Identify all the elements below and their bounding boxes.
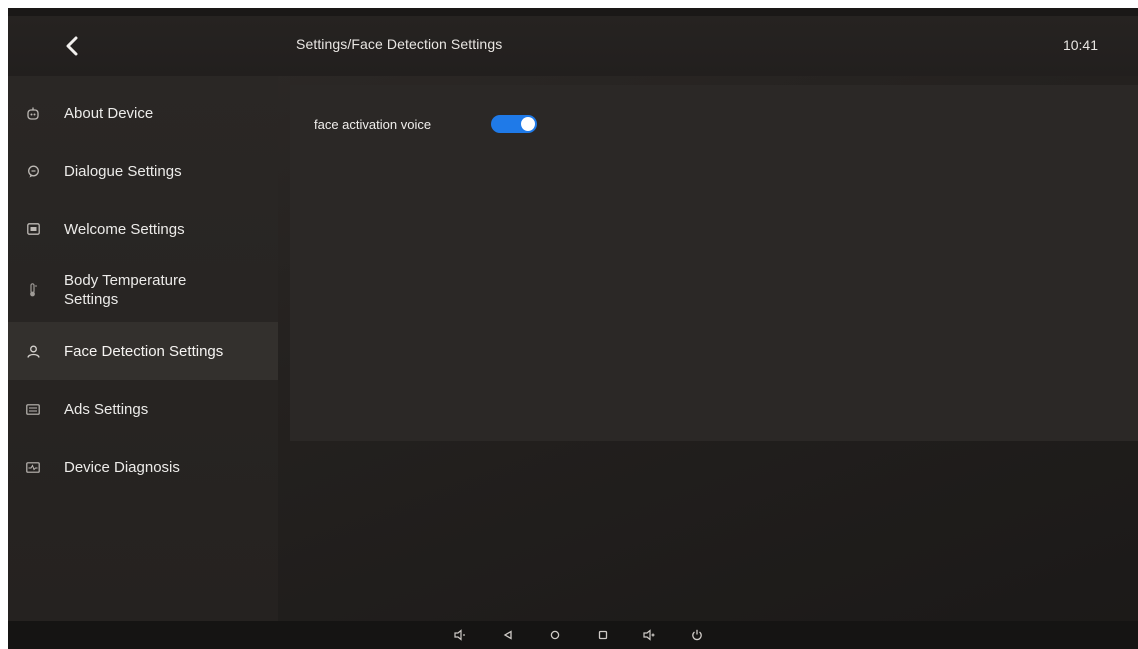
face-activation-voice-label: face activation voice xyxy=(314,117,432,132)
volume-up-button[interactable] xyxy=(641,627,657,643)
status-bar xyxy=(8,8,1138,16)
sidebar-item-body-temperature-settings[interactable]: Body Temperature Settings xyxy=(8,258,278,322)
back-triangle-icon xyxy=(503,630,512,640)
navigation-bar xyxy=(8,621,1138,649)
volume-down-button[interactable] xyxy=(452,627,468,643)
toggle-knob xyxy=(521,117,535,131)
sidebar-item-about-device[interactable]: About Device xyxy=(8,84,278,142)
sidebar-item-welcome-settings[interactable]: Welcome Settings xyxy=(8,200,278,258)
volume-down-icon xyxy=(454,629,465,641)
sidebar-item-label: About Device xyxy=(64,104,154,122)
clock: 10:41 xyxy=(1062,37,1098,53)
sidebar-item-label: Welcome Settings xyxy=(64,220,185,238)
chat-bubble-icon xyxy=(26,164,40,178)
sidebar-item-label: Face Detection Settings xyxy=(64,342,224,360)
sidebar: About Device Dialogue Settings Welcome S… xyxy=(8,76,278,621)
image-frame-icon xyxy=(26,222,40,236)
page-title: Settings/Face Detection Settings xyxy=(296,36,503,52)
sidebar-item-label: Dialogue Settings xyxy=(64,162,182,180)
recents-nav-button[interactable] xyxy=(595,627,611,643)
power-icon xyxy=(692,629,702,641)
home-circle-icon xyxy=(550,630,560,640)
recents-square-icon xyxy=(598,630,608,640)
thermometer-icon xyxy=(26,283,40,297)
face-activation-voice-toggle[interactable] xyxy=(491,115,537,133)
sidebar-item-label: Ads Settings xyxy=(64,400,149,418)
volume-up-icon xyxy=(643,629,655,641)
device-screen: Settings/Face Detection Settings 10:41 A… xyxy=(8,8,1138,649)
back-button[interactable] xyxy=(52,26,92,66)
person-icon xyxy=(26,344,40,358)
sidebar-item-label: Body Temperature Settings xyxy=(64,272,187,308)
ad-icon xyxy=(26,402,40,416)
top-app-bar: Settings/Face Detection Settings 10:41 xyxy=(8,16,1138,76)
power-button[interactable] xyxy=(689,627,705,643)
settings-card: face activation voice xyxy=(290,85,1138,441)
sidebar-item-ads-settings[interactable]: Ads Settings xyxy=(8,380,278,438)
sidebar-item-device-diagnosis[interactable]: Device Diagnosis xyxy=(8,438,278,496)
diagnosis-icon xyxy=(26,460,40,474)
sidebar-item-dialogue-settings[interactable]: Dialogue Settings xyxy=(8,142,278,200)
sidebar-item-label: Device Diagnosis xyxy=(64,458,180,476)
robot-icon xyxy=(26,106,40,120)
home-nav-button[interactable] xyxy=(547,627,563,643)
chevron-left-icon xyxy=(66,36,78,56)
sidebar-item-face-detection-settings[interactable]: Face Detection Settings xyxy=(8,322,278,380)
back-nav-button[interactable] xyxy=(500,627,516,643)
